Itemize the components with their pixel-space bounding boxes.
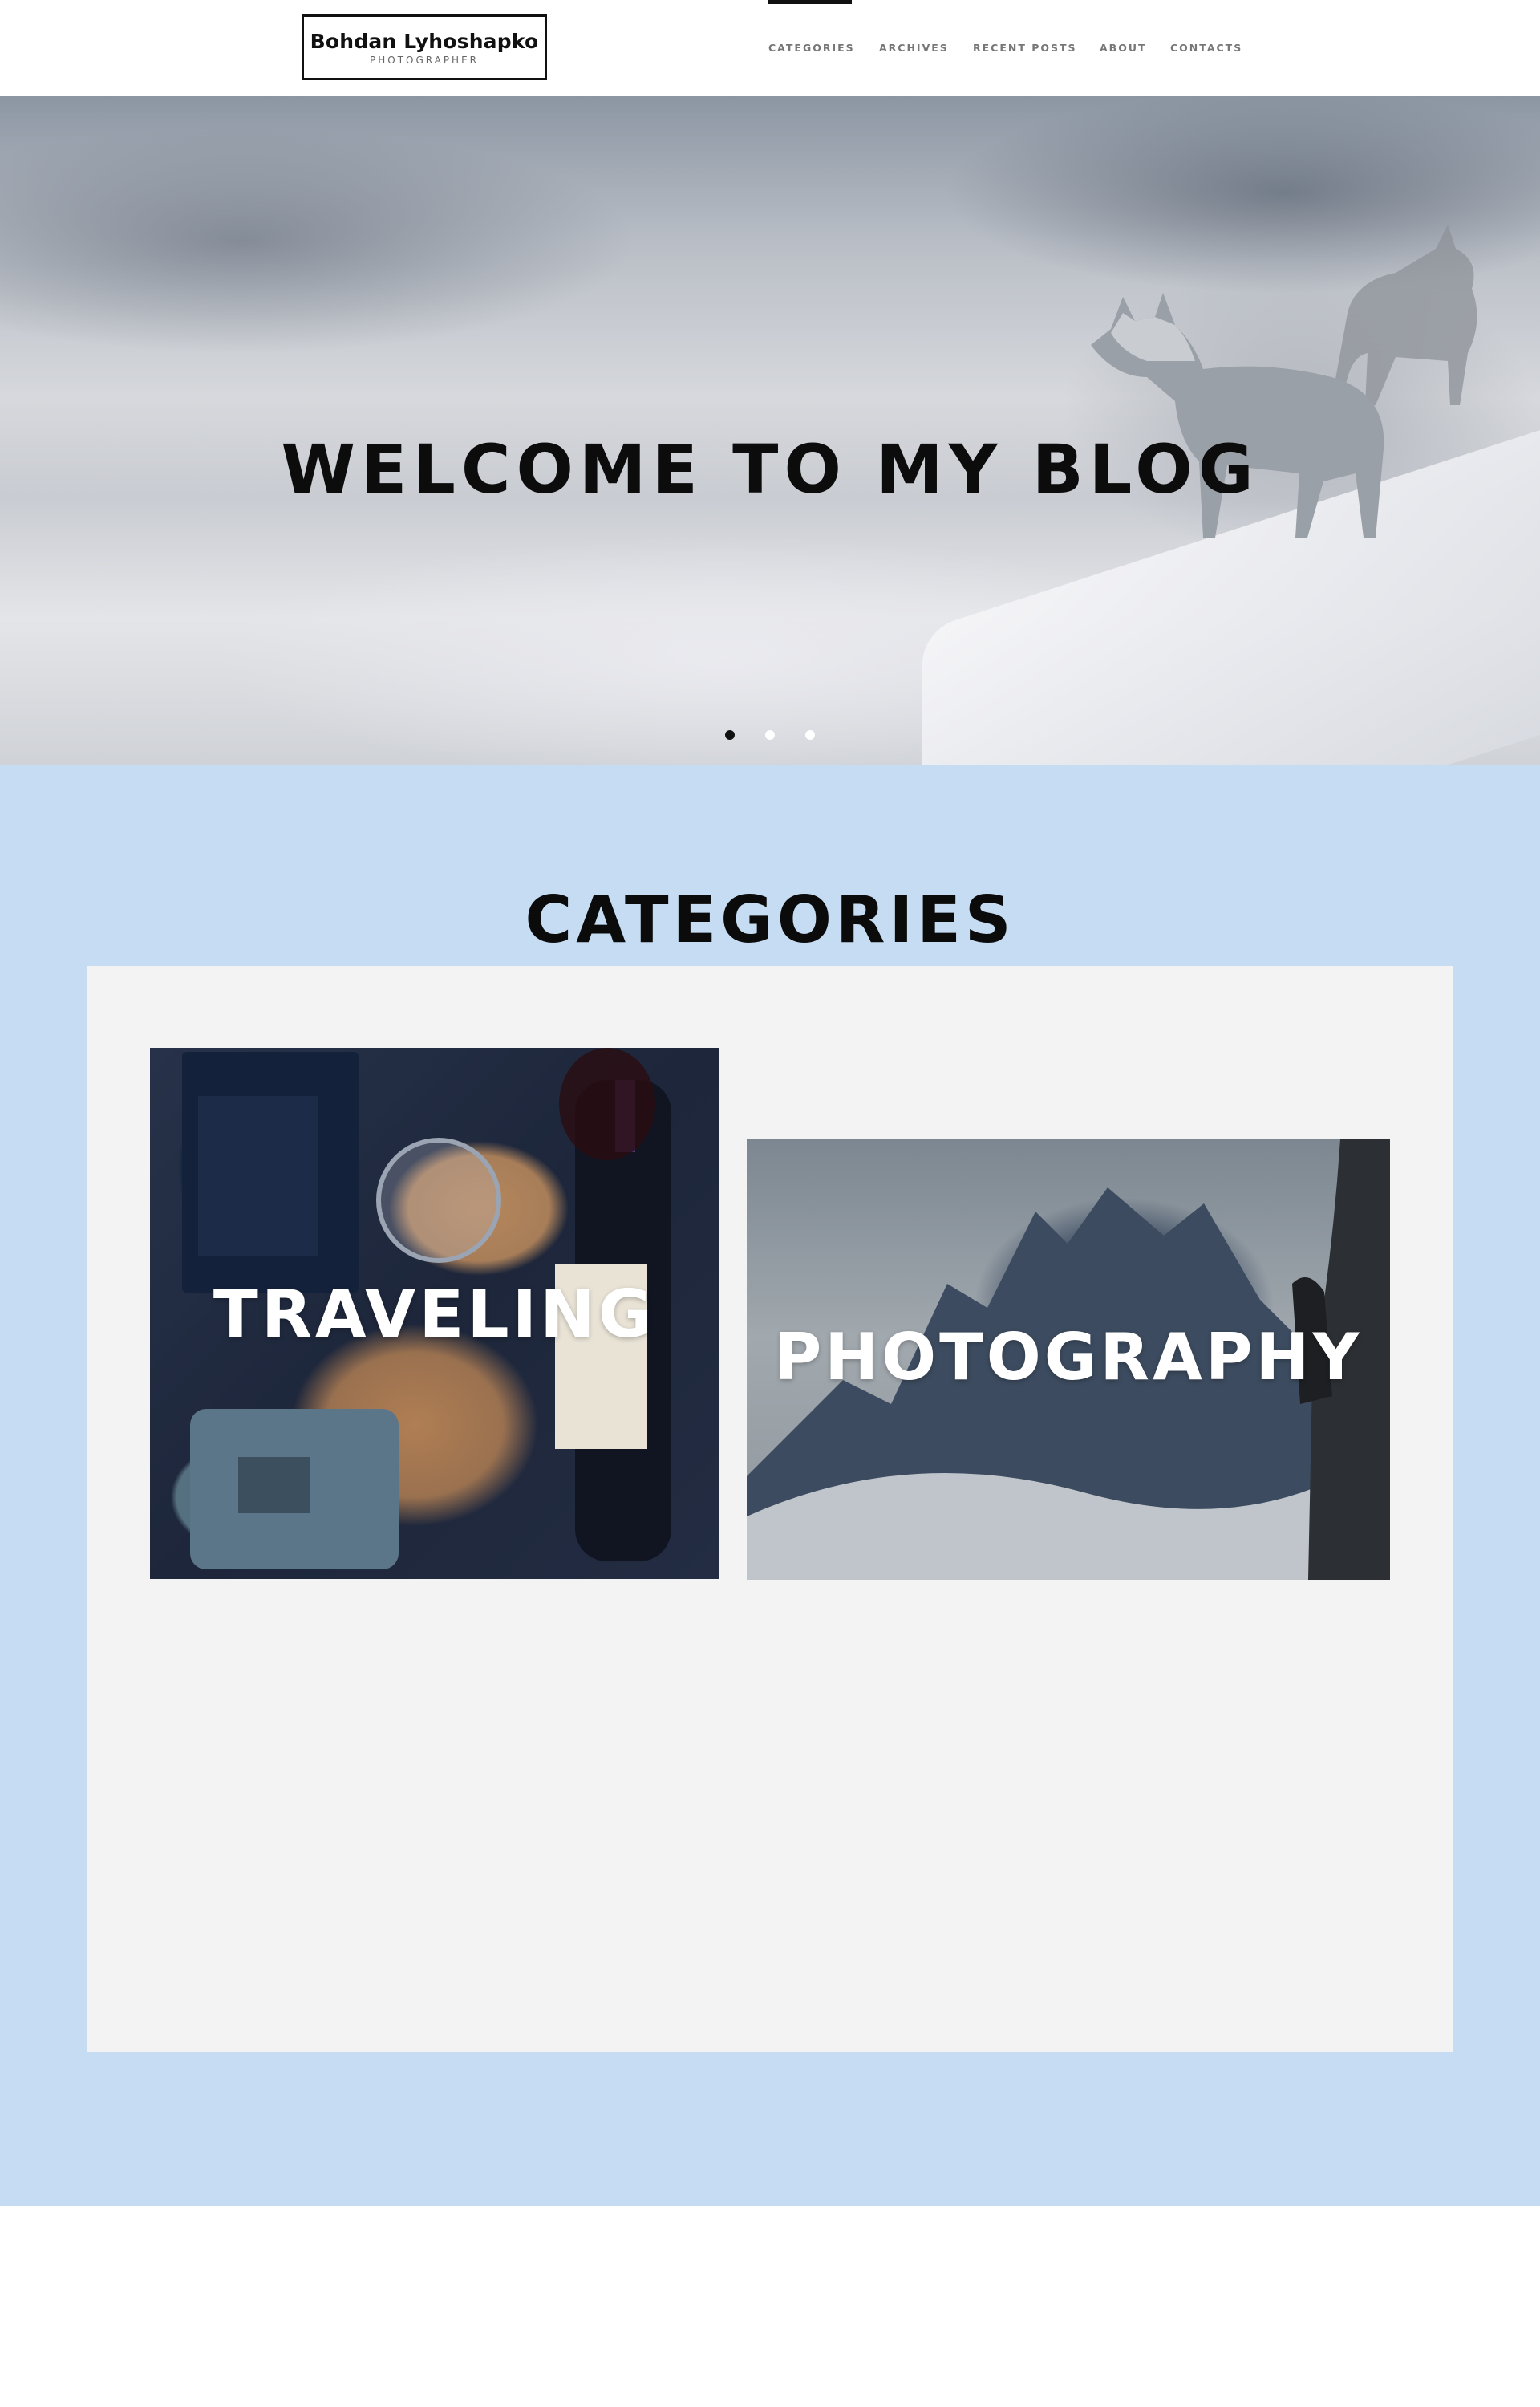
site-logo[interactable]: Bohdan Lyhoshapko PHOTOGRAPHER: [302, 14, 547, 80]
categories-panel: TRAVELING PHOTOGRAPHY: [87, 966, 1453, 2052]
nav-item-contacts[interactable]: CONTACTS: [1170, 42, 1242, 54]
site-header: Bohdan Lyhoshapko PHOTOGRAPHER CATEGORIE…: [0, 0, 1540, 96]
slider-dot-1[interactable]: [725, 730, 735, 740]
hero-slider: WELCOME TO MY BLOG: [0, 96, 1540, 765]
category-card-photography[interactable]: PHOTOGRAPHY: [747, 1139, 1390, 1580]
slider-pagination: [0, 730, 1540, 741]
category-card-traveling[interactable]: TRAVELING: [150, 1048, 719, 1579]
logo-name: Bohdan Lyhoshapko: [310, 30, 539, 53]
categories-section: CATEGORIES TRAVELING PHOTOGRAPHY: [0, 765, 1540, 2206]
categories-heading: CATEGORIES: [525, 883, 1015, 958]
slider-dot-3[interactable]: [805, 730, 815, 740]
page-bottom-area: [0, 2206, 1540, 2407]
category-label-traveling: TRAVELING: [213, 1277, 656, 1353]
category-label-photography: PHOTOGRAPHY: [774, 1320, 1363, 1394]
nav-item-categories[interactable]: CATEGORIES: [768, 42, 855, 54]
hero-title: WELCOME TO MY BLOG: [281, 430, 1259, 509]
nav-item-recent-posts[interactable]: RECENT POSTS: [973, 42, 1077, 54]
nav-item-archives[interactable]: ARCHIVES: [879, 42, 949, 54]
slider-dot-2[interactable]: [765, 730, 775, 740]
logo-subtitle: PHOTOGRAPHER: [369, 55, 480, 66]
nav-active-indicator: [768, 0, 852, 4]
nav-item-about[interactable]: ABOUT: [1100, 42, 1147, 54]
